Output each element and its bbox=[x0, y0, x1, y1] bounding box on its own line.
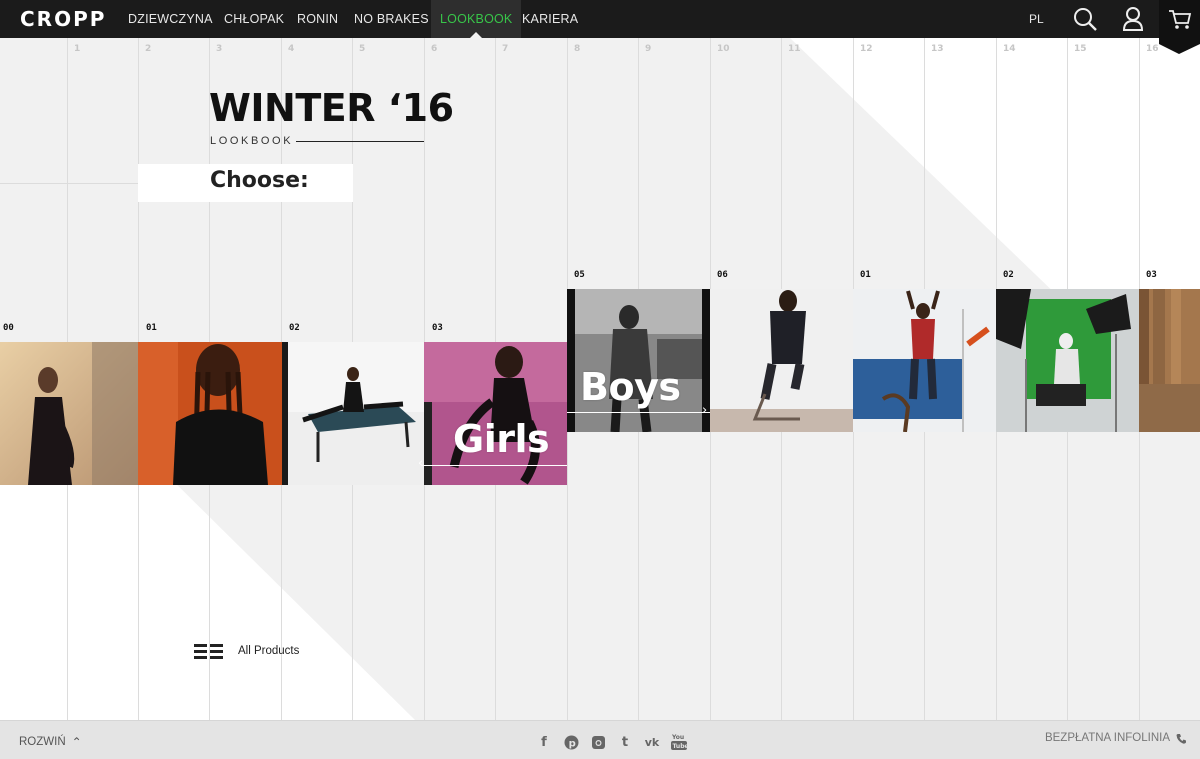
column-number: 1 bbox=[74, 44, 81, 54]
hotline-link[interactable]: BEZPŁATNA INFOLINIA bbox=[1045, 732, 1186, 744]
pinterest-icon[interactable]: p bbox=[563, 734, 579, 750]
arrow-left-icon[interactable]: ‹ bbox=[418, 457, 423, 470]
photo-image bbox=[138, 342, 288, 485]
choose-label: Choose: bbox=[210, 168, 309, 193]
tumblr-icon[interactable]: t bbox=[617, 734, 633, 750]
column-number: 13 bbox=[931, 44, 944, 54]
social-links: f p t vk You Tube bbox=[536, 734, 687, 750]
tile-number: 03 bbox=[1146, 270, 1157, 280]
tile-number: 00 bbox=[3, 323, 14, 333]
page-title: WINTER ‘16 bbox=[209, 86, 454, 130]
girls-category-label[interactable]: Girls bbox=[453, 417, 550, 461]
all-products-label: All Products bbox=[238, 645, 300, 657]
boys-photo-tile[interactable] bbox=[567, 289, 710, 432]
tile-number: 06 bbox=[717, 270, 728, 280]
tile-number: 02 bbox=[1003, 270, 1014, 280]
column-number: 12 bbox=[860, 44, 873, 54]
hotline-label: BEZPŁATNA INFOLINIA bbox=[1044, 732, 1170, 744]
column-number: 8 bbox=[574, 44, 581, 54]
column-number: 7 bbox=[502, 44, 509, 54]
user-icon[interactable] bbox=[1116, 0, 1150, 38]
nav-item-lookbook[interactable]: LOOKBOOK bbox=[431, 0, 522, 39]
subtitle-rule bbox=[296, 141, 424, 142]
girls-underline bbox=[422, 465, 567, 466]
cropp-logo[interactable]: CROPP bbox=[20, 7, 106, 31]
photo-image bbox=[710, 289, 853, 432]
boys-photo-tile[interactable] bbox=[996, 289, 1139, 432]
language-switch[interactable]: PL bbox=[1029, 0, 1044, 38]
svg-text:Tube: Tube bbox=[673, 743, 688, 750]
instagram-icon[interactable] bbox=[590, 734, 606, 750]
girls-photo-tile[interactable] bbox=[424, 342, 567, 485]
nav-item-kariera[interactable]: KARIERA bbox=[513, 0, 587, 38]
boys-photo-tile[interactable] bbox=[1139, 289, 1200, 432]
nav-item-chlopak[interactable]: CHŁOPAK bbox=[215, 0, 293, 38]
svg-text:You: You bbox=[671, 734, 684, 741]
expand-label: ROZWIŃ bbox=[19, 736, 66, 748]
page-subtitle: LOOKBOOK bbox=[210, 135, 294, 147]
search-icon[interactable] bbox=[1068, 0, 1102, 38]
svg-text:p: p bbox=[568, 738, 575, 749]
photo-image bbox=[1139, 289, 1200, 432]
photo-image bbox=[567, 289, 710, 432]
column-number: 14 bbox=[1003, 44, 1016, 54]
tile-number: 01 bbox=[860, 270, 871, 280]
photo-image bbox=[996, 289, 1139, 432]
girls-photo-tile[interactable] bbox=[0, 342, 138, 485]
column-number: 6 bbox=[431, 44, 438, 54]
girls-photo-tile[interactable] bbox=[288, 342, 424, 485]
column-number: 4 bbox=[288, 44, 295, 54]
column-number: 5 bbox=[359, 44, 366, 54]
boys-photo-tile[interactable] bbox=[710, 289, 853, 432]
tile-number: 02 bbox=[289, 323, 300, 333]
column-number: 10 bbox=[717, 44, 730, 54]
column-number: 2 bbox=[145, 44, 152, 54]
boys-category-label[interactable]: Boys bbox=[580, 365, 681, 409]
boys-photo-tile[interactable] bbox=[853, 289, 996, 432]
chevron-up-icon: ⌃ bbox=[71, 735, 82, 749]
photo-image bbox=[288, 342, 424, 485]
expand-footer-button[interactable]: ROZWIŃ ⌃ bbox=[19, 735, 82, 749]
girls-photo-tile[interactable] bbox=[138, 342, 288, 485]
phone-icon bbox=[1176, 733, 1186, 744]
vk-icon[interactable]: vk bbox=[644, 734, 660, 750]
cart-button[interactable] bbox=[1159, 0, 1200, 54]
tile-number: 01 bbox=[146, 323, 157, 333]
arrow-right-icon[interactable]: › bbox=[702, 404, 707, 417]
top-navigation: CROPP DZIEWCZYNA CHŁOPAK RONIN NO BRAKES… bbox=[0, 0, 1200, 54]
list-icon bbox=[194, 644, 223, 659]
column-number: 11 bbox=[788, 44, 801, 54]
choose-box: Choose: bbox=[138, 164, 353, 202]
footer-bar: ROZWIŃ ⌃ f p t vk You Tube BEZPŁATNA INFO… bbox=[0, 720, 1200, 759]
photo-image bbox=[424, 342, 567, 485]
tile-number: 05 bbox=[574, 270, 585, 280]
tile-number: 03 bbox=[432, 323, 443, 333]
all-products-link[interactable]: All Products bbox=[194, 643, 299, 659]
photo-image bbox=[853, 289, 996, 432]
column-number: 16 bbox=[1146, 44, 1159, 54]
nav-item-no-brakes[interactable]: NO BRAKES bbox=[345, 0, 438, 38]
nav-item-ronin[interactable]: RONIN bbox=[288, 0, 347, 38]
column-number: 9 bbox=[645, 44, 652, 54]
boys-underline bbox=[567, 412, 710, 413]
photo-image bbox=[0, 342, 138, 485]
lookbook-page: CROPP DZIEWCZYNA CHŁOPAK RONIN NO BRAKES… bbox=[0, 0, 1200, 759]
nav-item-dziewczyna[interactable]: DZIEWCZYNA bbox=[119, 0, 222, 38]
youtube-icon[interactable]: You Tube bbox=[671, 734, 687, 750]
column-number: 15 bbox=[1074, 44, 1087, 54]
cart-icon bbox=[1169, 10, 1192, 29]
facebook-icon[interactable]: f bbox=[536, 734, 552, 750]
column-number: 3 bbox=[216, 44, 223, 54]
